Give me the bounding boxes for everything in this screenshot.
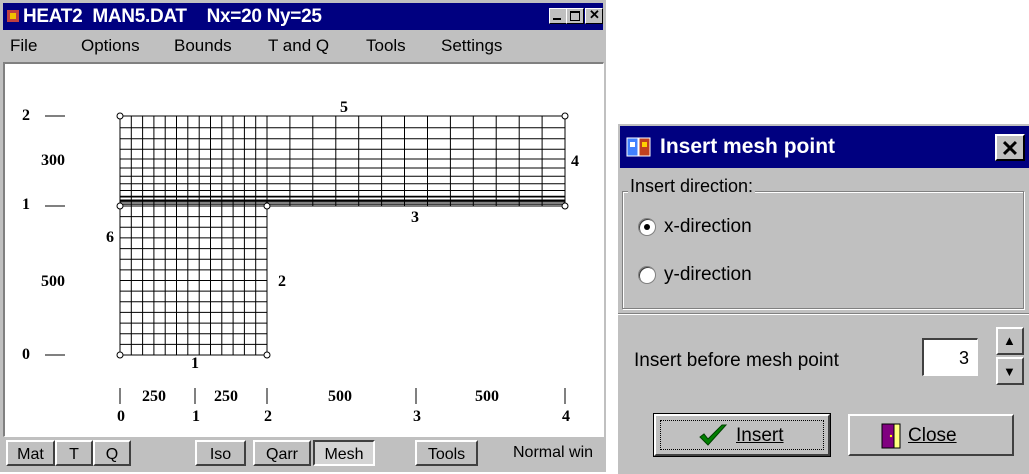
dialog-app-icon bbox=[626, 137, 651, 157]
mesh-node bbox=[116, 112, 124, 120]
insert-before-label: Insert before mesh point bbox=[634, 350, 839, 371]
menu-bounds[interactable]: Bounds bbox=[174, 36, 232, 56]
y-label-1: 1 bbox=[22, 196, 30, 213]
spin-up-button[interactable]: ▲ bbox=[996, 327, 1024, 355]
edge-label-1: 1 bbox=[191, 355, 199, 372]
menu-t-and-q[interactable]: T and Q bbox=[268, 36, 329, 56]
close-icon: ✕ bbox=[1000, 136, 1020, 161]
dialog-title: Insert mesh point bbox=[660, 135, 836, 158]
x-label-250b: 250 bbox=[214, 388, 238, 405]
close-button[interactable]: Close bbox=[848, 414, 1014, 456]
spin-down-button[interactable]: ▼ bbox=[996, 357, 1024, 385]
tab-iso[interactable]: Iso bbox=[195, 440, 246, 466]
menu-settings[interactable]: Settings bbox=[441, 36, 502, 56]
radio-y-label[interactable]: y-direction bbox=[664, 264, 752, 286]
x-label-2: 2 bbox=[264, 408, 272, 425]
tab-t[interactable]: T bbox=[55, 440, 93, 466]
arrow-up-icon: ▲ bbox=[1003, 333, 1016, 348]
menu-file[interactable]: File bbox=[10, 36, 37, 56]
menu-tools[interactable]: Tools bbox=[366, 36, 406, 56]
edge-label-4: 4 bbox=[571, 153, 579, 170]
x-label-0: 0 bbox=[117, 408, 125, 425]
mesh-node bbox=[263, 202, 271, 210]
edge-label-3: 3 bbox=[411, 209, 419, 226]
radio-selected-dot bbox=[644, 224, 650, 230]
y-label-500: 500 bbox=[41, 273, 65, 290]
door-exit-icon bbox=[881, 423, 901, 449]
mesh-canvas[interactable]: 2 300 1 500 0 0 250 1 250 2 500 3 500 4 bbox=[3, 62, 604, 437]
mesh-node bbox=[561, 202, 569, 210]
title-bar: HEAT2 MAN5.DAT Nx=20 Ny=25 ✕ bbox=[3, 3, 603, 30]
y-label-2: 2 bbox=[22, 107, 30, 124]
x-label-3: 3 bbox=[413, 408, 421, 425]
close-button[interactable]: ✕ bbox=[585, 7, 603, 24]
mesh-node bbox=[263, 351, 271, 359]
dialog-close-button[interactable]: ✕ bbox=[995, 134, 1025, 161]
radio-button-icon[interactable] bbox=[638, 266, 656, 284]
menu-bar: File Options Bounds T and Q Tools Settin… bbox=[3, 31, 603, 59]
y-label-300: 300 bbox=[41, 152, 65, 169]
tab-mat[interactable]: Mat bbox=[6, 440, 55, 466]
status-text: Normal win bbox=[513, 444, 594, 461]
tab-tools[interactable]: Tools bbox=[415, 440, 478, 466]
x-label-4: 4 bbox=[562, 408, 570, 425]
mesh-node bbox=[116, 202, 124, 210]
tab-mesh[interactable]: Mesh bbox=[313, 440, 375, 466]
radio-button-icon[interactable] bbox=[638, 218, 656, 236]
x-label-500b: 500 bbox=[475, 388, 499, 405]
separator bbox=[618, 313, 1029, 315]
mesh-corner-points bbox=[116, 112, 569, 359]
main-window: HEAT2 MAN5.DAT Nx=20 Ny=25 ✕ File Option… bbox=[0, 0, 606, 472]
x-label-1: 1 bbox=[192, 408, 200, 425]
tab-q[interactable]: Q bbox=[93, 440, 131, 466]
checkmark-icon bbox=[699, 424, 728, 446]
maximize-button[interactable] bbox=[566, 8, 584, 24]
x-label-500a: 500 bbox=[328, 388, 352, 405]
mesh-point-input[interactable]: 3 bbox=[922, 338, 978, 376]
minimize-button[interactable] bbox=[549, 8, 567, 24]
edge-label-6: 6 bbox=[106, 229, 114, 246]
dialog-title-bar: Insert mesh point ✕ bbox=[620, 126, 1029, 168]
mesh-node bbox=[116, 351, 124, 359]
x-label-250a: 250 bbox=[142, 388, 166, 405]
maximize-icon bbox=[570, 11, 580, 21]
app-icon[interactable] bbox=[6, 9, 20, 23]
menu-options[interactable]: Options bbox=[81, 36, 140, 56]
insert-button-label: Insert bbox=[736, 425, 784, 446]
close-icon: ✕ bbox=[589, 7, 600, 22]
tab-qarr[interactable]: Qarr bbox=[253, 440, 311, 466]
mesh-node bbox=[561, 112, 569, 120]
close-button-label: Close bbox=[908, 425, 957, 446]
minimize-icon bbox=[553, 18, 561, 20]
window-title: HEAT2 MAN5.DAT Nx=20 Ny=25 bbox=[23, 6, 322, 27]
direction-group-label: Insert direction: bbox=[628, 176, 756, 197]
direction-group bbox=[622, 191, 1024, 309]
insert-button[interactable]: Insert bbox=[653, 413, 831, 457]
edge-label-2: 2 bbox=[278, 273, 286, 290]
radio-x-label[interactable]: x-direction bbox=[664, 216, 752, 238]
bottom-toolbar: Mat T Q Iso Qarr Mesh Tools Normal win bbox=[3, 437, 603, 469]
arrow-down-icon: ▼ bbox=[1003, 364, 1016, 379]
insert-mesh-point-dialog: Insert mesh point ✕ Insert direction: x-… bbox=[616, 122, 1029, 474]
edge-label-5: 5 bbox=[340, 99, 348, 116]
mesh-grid bbox=[119, 115, 566, 356]
y-label-0: 0 bbox=[22, 346, 30, 363]
